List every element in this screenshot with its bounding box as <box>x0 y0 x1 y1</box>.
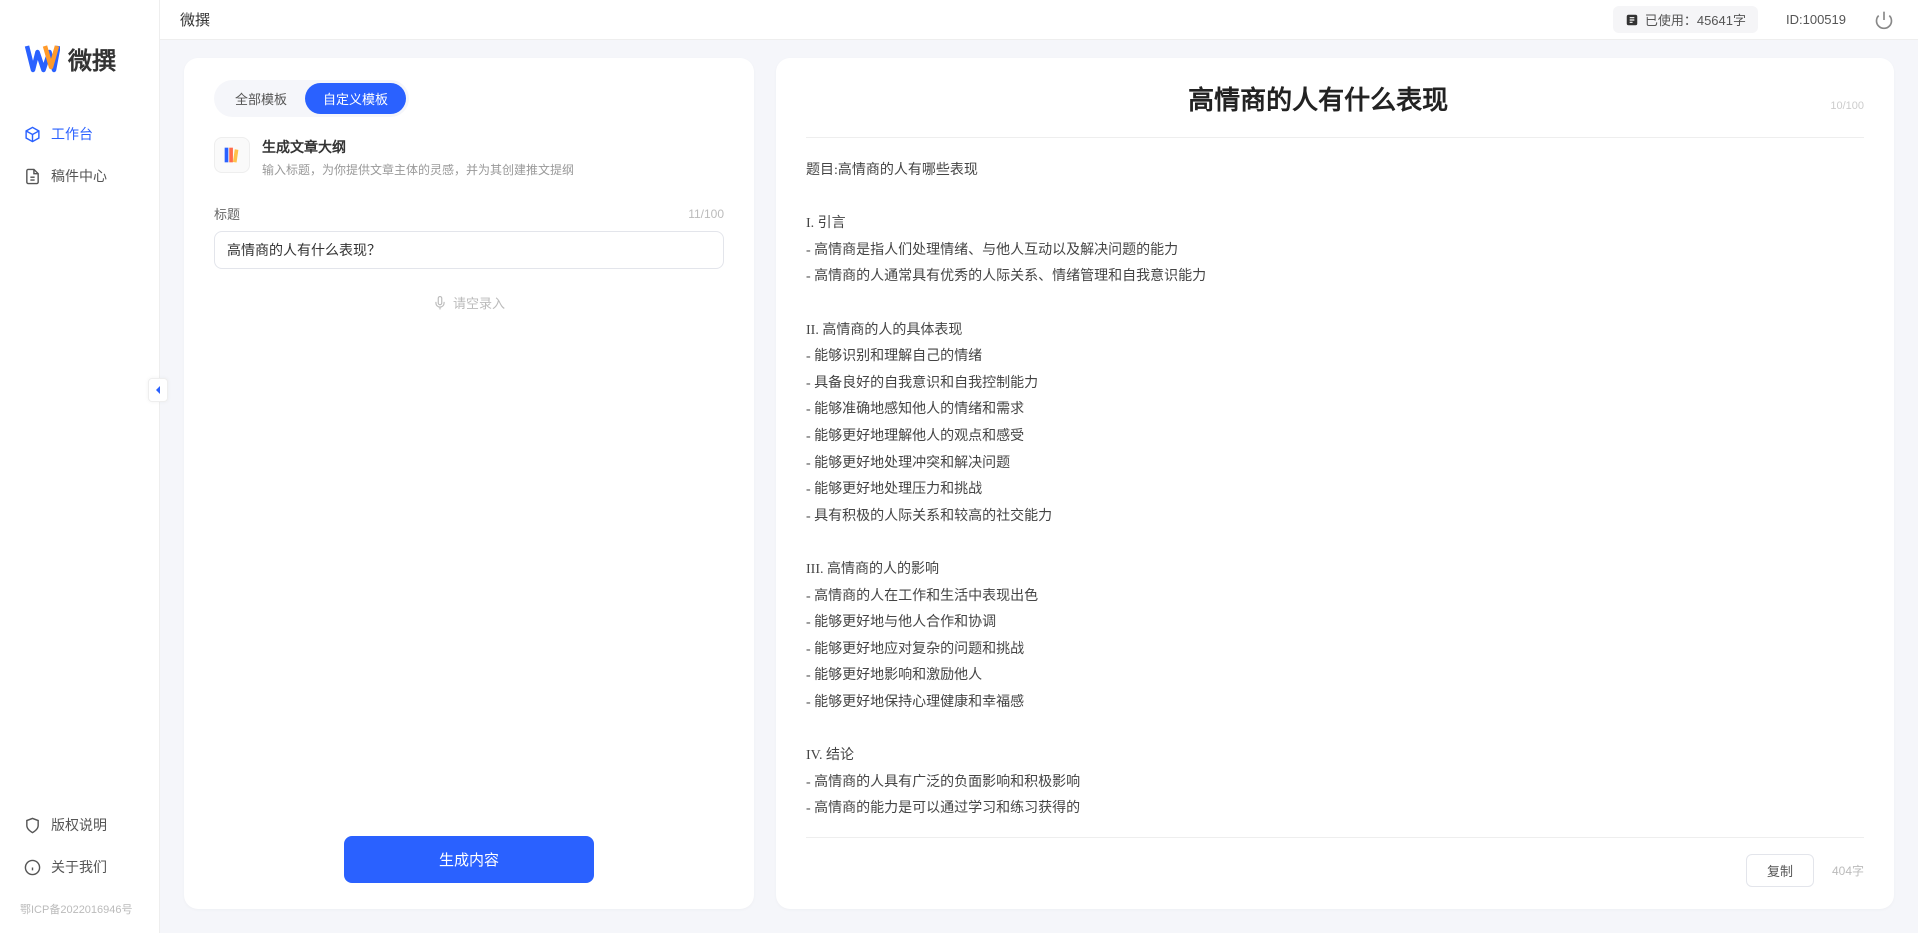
output-header: 高情商的人有什么表现 10/100 <box>806 80 1864 117</box>
tab-custom-templates[interactable]: 自定义模板 <box>305 83 406 114</box>
power-button[interactable] <box>1874 10 1894 30</box>
top-header: 微撰 已使用：45641字 ID:100519 <box>0 0 1918 40</box>
divider <box>806 137 1864 138</box>
input-panel: 全部模板 自定义模板 生成文章大纲 输入标题，为你提供文章主体的灵感，并为其创建… <box>184 58 754 909</box>
info-icon <box>24 859 41 876</box>
template-tabs: 全部模板 自定义模板 <box>214 80 409 117</box>
voice-label: 请空录入 <box>453 293 505 312</box>
title-count: 11/100 <box>688 207 724 221</box>
template-icon-wrap <box>214 137 250 173</box>
user-id: ID:100519 <box>1786 12 1846 27</box>
title-label: 标题 <box>214 204 240 223</box>
output-panel: 高情商的人有什么表现 10/100 题目:高情商的人有哪些表现 I. 引言 - … <box>776 58 1894 909</box>
title-input[interactable] <box>214 231 724 269</box>
usage-value: 45641字 <box>1697 13 1746 28</box>
app-name: 微撰 <box>180 9 210 30</box>
sidebar-bottom: 版权说明 关于我们 <box>0 797 159 901</box>
output-title: 高情商的人有什么表现 <box>806 80 1830 117</box>
cube-icon <box>24 126 41 143</box>
char-count: 404字 <box>1832 862 1864 879</box>
usage-badge: 已使用：45641字 <box>1613 6 1758 33</box>
title-field-row: 标题 11/100 <box>214 204 724 223</box>
logo-mark-icon <box>24 40 60 76</box>
sidebar-item-label: 稿件中心 <box>51 166 107 186</box>
output-title-count: 10/100 <box>1830 100 1864 112</box>
power-icon <box>1874 10 1894 30</box>
output-footer: 复制 404字 <box>806 837 1864 887</box>
template-card: 生成文章大纲 输入标题，为你提供文章主体的灵感，并为其创建推文提纲 <box>214 137 724 178</box>
sidebar-item-workbench[interactable]: 工作台 <box>10 114 149 154</box>
sidebar-item-label: 关于我们 <box>51 857 107 877</box>
sidebar-item-drafts[interactable]: 稿件中心 <box>10 156 149 196</box>
chevron-left-icon <box>153 385 163 395</box>
document-icon <box>24 168 41 185</box>
mic-icon <box>433 296 447 310</box>
output-body: 题目:高情商的人有哪些表现 I. 引言 - 高情商是指人们处理情绪、与他人互动以… <box>806 158 1864 821</box>
books-icon <box>221 144 243 166</box>
voice-input-button[interactable]: 请空录入 <box>214 293 724 312</box>
text-icon <box>1625 13 1639 27</box>
copy-button[interactable]: 复制 <box>1746 854 1814 887</box>
sidebar-collapse-button[interactable] <box>148 378 168 402</box>
sidebar-item-about[interactable]: 关于我们 <box>10 847 149 887</box>
sidebar-item-label: 版权说明 <box>51 815 107 835</box>
usage-label: 已使用： <box>1645 13 1697 28</box>
sidebar-item-label: 工作台 <box>51 124 93 144</box>
tab-all-templates[interactable]: 全部模板 <box>217 83 305 114</box>
sidebar-nav: 工作台 稿件中心 <box>0 106 159 206</box>
sidebar-item-copyright[interactable]: 版权说明 <box>10 805 149 845</box>
icp-text: 鄂ICP备2022016946号 <box>0 901 159 933</box>
main-content: 全部模板 自定义模板 生成文章大纲 输入标题，为你提供文章主体的灵感，并为其创建… <box>160 0 1918 933</box>
shield-icon <box>24 817 41 834</box>
generate-button[interactable]: 生成内容 <box>344 836 594 883</box>
logo[interactable]: 微撰 <box>0 24 159 106</box>
logo-text: 微撰 <box>68 41 116 76</box>
header-right: 已使用：45641字 ID:100519 <box>1613 6 1894 33</box>
sidebar: 微撰 工作台 稿件中心 版权说明 关于我们 鄂ICP备2022016946号 <box>0 0 160 933</box>
template-desc: 输入标题，为你提供文章主体的灵感，并为其创建推文提纲 <box>262 161 574 178</box>
template-title: 生成文章大纲 <box>262 137 574 157</box>
